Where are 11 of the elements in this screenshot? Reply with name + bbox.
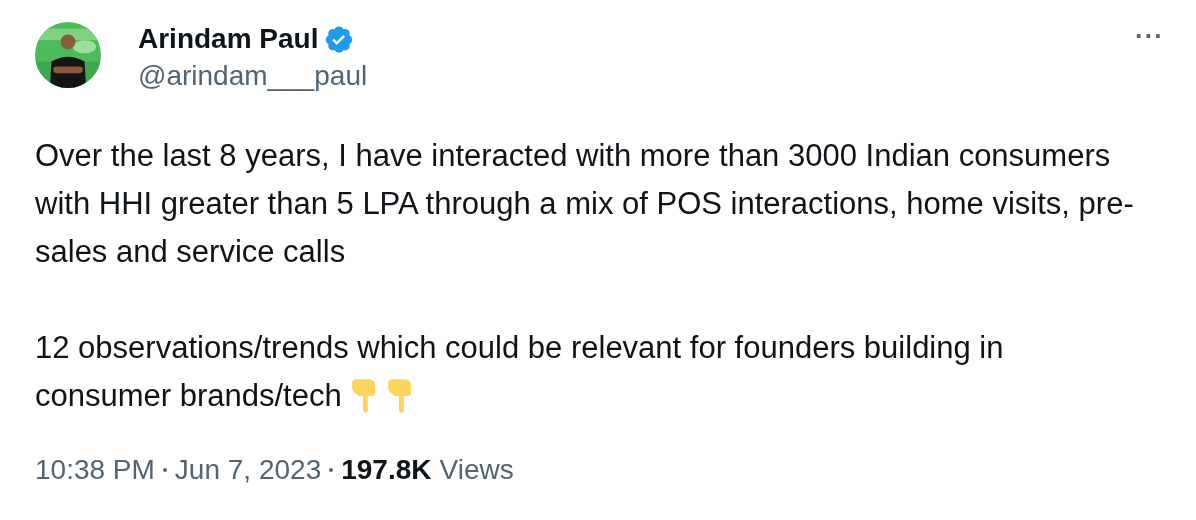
views-count: 197.8K bbox=[341, 454, 432, 486]
tweet-time[interactable]: 10:38 PM bbox=[35, 454, 155, 486]
tweet-text: 12 observations/trends which could be relevant for founders building in consumer brands/tech bbox=[35, 329, 1005, 416]
tweet-text: Over the last 8 years, I have interacted with more than 3000 Indian consumers with HHI greater than 5 LPA through a mix of POS interactions, home visits, pre-sales and service calls bbox=[35, 137, 1135, 271]
tweet-date[interactable]: Jun 7, 2023 bbox=[174, 454, 322, 486]
author-handle[interactable]: @arindam___paul bbox=[138, 58, 368, 94]
separator-dot-icon bbox=[329, 468, 334, 472]
separator-dot-icon bbox=[162, 468, 167, 472]
views-label: Views bbox=[439, 454, 514, 486]
author-name[interactable]: Arindam Paul bbox=[138, 20, 319, 58]
more-button[interactable]: ··· bbox=[1127, 26, 1172, 46]
